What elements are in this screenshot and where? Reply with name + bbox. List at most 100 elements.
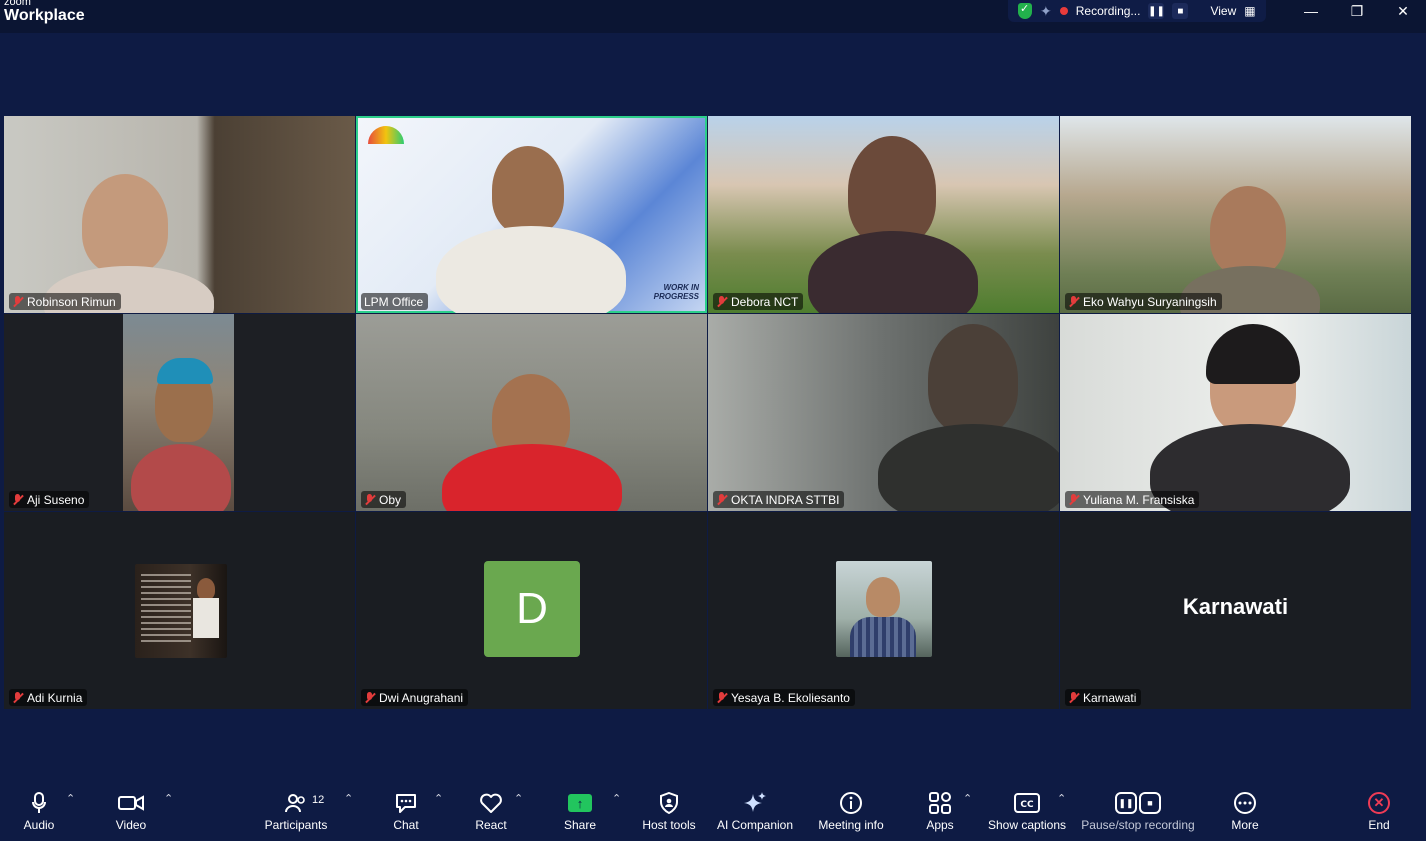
mic-muted-icon bbox=[1068, 691, 1080, 704]
participant-tile[interactable]: Karnawati Karnawati bbox=[1060, 512, 1411, 709]
hair-shape bbox=[1206, 324, 1300, 384]
participant-tile[interactable]: Aji Suseno bbox=[4, 314, 355, 511]
stop-recording-button[interactable]: ■ bbox=[1172, 3, 1189, 19]
close-window-button[interactable]: ✕ bbox=[1388, 0, 1418, 22]
profile-text-lines bbox=[141, 574, 191, 644]
participant-video bbox=[928, 324, 1018, 434]
encryption-shield-icon[interactable] bbox=[1018, 2, 1032, 19]
participant-tile[interactable]: Robinson Rimun bbox=[4, 116, 355, 313]
profile-shirt bbox=[193, 598, 219, 638]
mic-muted-icon bbox=[12, 295, 24, 308]
shield-icon bbox=[659, 790, 679, 816]
mic-muted-icon bbox=[364, 493, 376, 506]
participant-tile[interactable]: Oby bbox=[356, 314, 707, 511]
participant-namebar: OKTA INDRA STTBI bbox=[713, 491, 845, 508]
participant-namebar: LPM Office bbox=[361, 293, 429, 310]
participant-namebar: Yesaya B. Ekoliesanto bbox=[713, 689, 855, 706]
participant-tile[interactable]: Adi Kurnia bbox=[4, 512, 355, 709]
chat-label: Chat bbox=[393, 818, 419, 832]
pause-recording-button[interactable]: ❚❚ bbox=[1148, 3, 1165, 19]
participant-body bbox=[808, 231, 978, 313]
captions-options-caret-icon[interactable]: ⌃ bbox=[1057, 792, 1066, 805]
microphone-icon bbox=[32, 790, 46, 816]
ai-sparkle-icon[interactable]: ✦ bbox=[1040, 3, 1052, 20]
end-label: End bbox=[1368, 818, 1390, 832]
meeting-info-label: Meeting info bbox=[818, 818, 884, 832]
react-label: React bbox=[475, 818, 507, 832]
mic-muted-icon bbox=[716, 691, 728, 704]
participant-tile[interactable]: Yuliana M. Fransiska bbox=[1060, 314, 1411, 511]
react-options-caret-icon[interactable]: ⌃ bbox=[514, 792, 523, 805]
participant-name: Debora NCT bbox=[731, 294, 799, 309]
restore-button[interactable]: ❐ bbox=[1342, 0, 1372, 22]
participant-namebar: Robinson Rimun bbox=[9, 293, 121, 310]
participant-tile[interactable]: Yesaya B. Ekoliesanto bbox=[708, 512, 1059, 709]
grid-view-icon[interactable]: ▦ bbox=[1244, 4, 1255, 18]
participant-name: Adi Kurnia bbox=[27, 690, 83, 705]
participant-name: LPM Office bbox=[364, 294, 424, 309]
participants-icon bbox=[284, 790, 308, 816]
recording-dot-icon bbox=[1059, 7, 1068, 15]
participant-body bbox=[131, 444, 231, 511]
pause-stop-icon: ❚❚ ■ bbox=[1115, 790, 1161, 816]
profile-picture bbox=[135, 564, 227, 658]
participant-video bbox=[1210, 186, 1286, 276]
share-icon-wrapper: ↑ bbox=[568, 790, 592, 816]
apps-grid-icon bbox=[928, 790, 952, 816]
participants-button[interactable]: Participants bbox=[241, 790, 351, 832]
participants-count-badge: 12 bbox=[312, 794, 325, 806]
video-camera-icon bbox=[118, 790, 144, 816]
profile-shirt bbox=[850, 617, 916, 657]
apps-options-caret-icon[interactable]: ⌃ bbox=[963, 792, 972, 805]
video-options-caret-icon[interactable]: ⌃ bbox=[164, 792, 173, 805]
mic-muted-icon bbox=[716, 295, 728, 308]
participant-body bbox=[442, 444, 622, 511]
participant-video bbox=[123, 314, 234, 511]
svg-text:CC: CC bbox=[1020, 800, 1034, 810]
participant-name: Eko Wahyu Suryaningsih bbox=[1083, 294, 1217, 309]
ai-companion-button[interactable]: AI Companion bbox=[700, 790, 810, 832]
participant-tile[interactable]: Eko Wahyu Suryaningsih bbox=[1060, 116, 1411, 313]
mic-muted-icon bbox=[364, 691, 376, 704]
participant-namebar: Oby bbox=[361, 491, 407, 508]
show-captions-label: Show captions bbox=[987, 818, 1067, 832]
logo-big-text: Workplace bbox=[4, 7, 85, 24]
pause-stop-recording-button[interactable]: ❚❚ ■ Pause/stop recording bbox=[1081, 790, 1195, 832]
participant-tile[interactable]: Debora NCT bbox=[708, 116, 1059, 313]
participant-body bbox=[436, 226, 626, 313]
participant-tile-active-speaker[interactable]: WORK IN PROGRESS LPM Office bbox=[356, 116, 707, 313]
cap-shape bbox=[157, 358, 213, 384]
video-label: Video bbox=[115, 818, 147, 832]
participant-namebar: Adi Kurnia bbox=[9, 689, 88, 706]
banner-text: WORK IN PROGRESS bbox=[653, 283, 699, 301]
pause-stop-recording-label: Pause/stop recording bbox=[1081, 818, 1195, 832]
ai-companion-label: AI Companion bbox=[716, 818, 794, 832]
gauge-icon bbox=[368, 126, 404, 144]
participant-name: Dwi Anugrahani bbox=[379, 690, 464, 705]
profile-picture bbox=[836, 561, 932, 657]
gallery-view: Robinson Rimun WORK IN PROGRESS LPM Offi… bbox=[0, 33, 1426, 778]
mic-muted-icon bbox=[1068, 493, 1080, 506]
end-meeting-button[interactable]: ✕ End bbox=[1324, 790, 1426, 832]
participant-name: Yesaya B. Ekoliesanto bbox=[731, 690, 850, 705]
apps-label: Apps bbox=[926, 818, 954, 832]
app-logo: zoom Workplace bbox=[4, 0, 85, 24]
participant-namebar: Yuliana M. Fransiska bbox=[1065, 491, 1200, 508]
view-button[interactable]: View bbox=[1210, 4, 1236, 18]
more-button[interactable]: More bbox=[1190, 790, 1300, 832]
end-x-icon: ✕ bbox=[1368, 792, 1390, 814]
participant-tile[interactable]: D Dwi Anugrahani bbox=[356, 512, 707, 709]
audio-options-caret-icon[interactable]: ⌃ bbox=[66, 792, 75, 805]
more-dots-icon bbox=[1233, 790, 1257, 816]
participant-name: Yuliana M. Fransiska bbox=[1083, 492, 1195, 507]
participant-name: Karnawati bbox=[1083, 690, 1137, 705]
mic-muted-icon bbox=[716, 493, 728, 506]
participant-tile[interactable]: OKTA INDRA STTBI bbox=[708, 314, 1059, 511]
mic-muted-icon bbox=[1068, 295, 1080, 308]
participant-video bbox=[848, 136, 936, 246]
chat-bubble-icon bbox=[394, 790, 418, 816]
participant-namebar: Karnawati bbox=[1065, 689, 1142, 706]
minimize-button[interactable]: — bbox=[1296, 0, 1326, 22]
participant-name: Robinson Rimun bbox=[27, 294, 116, 309]
participant-name: Aji Suseno bbox=[27, 492, 85, 507]
